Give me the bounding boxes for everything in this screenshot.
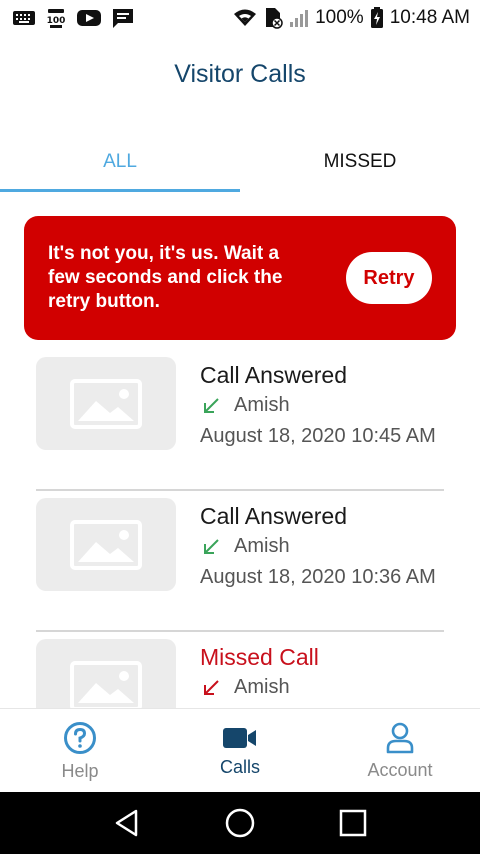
image-placeholder-icon [70,378,142,429]
error-message: It's not you, it's us. Wait a few second… [48,243,283,312]
caller-name: Amish [234,394,290,416]
bottom-navigation: Help Calls Account [0,708,480,792]
missed-arrow-icon [204,679,219,695]
back-triangle-icon [115,809,137,837]
keyboard-icon [12,9,36,27]
status-bar-left: 100 [12,7,135,29]
call-list[interactable]: Call Answered Amish August 18, 2020 10:4… [0,350,480,708]
message-icon [111,7,135,29]
clock: 10:48 AM [389,7,470,28]
signal-icon [289,8,309,28]
incoming-arrow-icon [204,397,219,413]
nav-help-label: Help [61,760,99,781]
recents-square-icon [340,809,367,837]
recents-button[interactable] [328,798,378,848]
call-caller: Amish [200,394,290,417]
call-title: Call Answered [200,503,348,529]
notification-100-icon: 100 [45,7,67,29]
status-bar: 100 100% 10:48 AM [0,0,480,36]
call-list-item[interactable]: Call Answered Amish August 18, 2020 10:4… [36,350,444,491]
call-caller: Amish [200,676,290,699]
nav-calls-label: Calls [219,756,260,777]
caller-name: Amish [234,535,290,557]
home-button[interactable] [215,798,265,848]
call-list-item[interactable]: Missed Call Amish [36,632,444,708]
nav-help[interactable]: Help [0,709,160,793]
help-icon [64,721,96,754]
video-camera-icon [223,727,256,748]
tab-all[interactable]: ALL [0,132,240,192]
nav-calls[interactable]: Calls [160,709,320,793]
battery-percent: 100% [315,7,364,28]
call-timestamp: August 18, 2020 10:36 AM [200,566,436,588]
call-list-item[interactable]: Call Answered Amish August 18, 2020 10:3… [36,491,444,632]
call-thumbnail [36,498,176,591]
call-title: Missed Call [200,644,319,670]
call-caller: Amish [200,535,290,558]
call-thumbnail [36,639,176,708]
nav-account[interactable]: Account [320,709,480,793]
wifi-icon [233,8,257,28]
home-circle-icon [225,808,255,838]
svg-text:100: 100 [47,16,66,26]
call-thumbnail [36,357,176,450]
incoming-arrow-icon [204,538,219,554]
error-banner: It's not you, it's us. Wait a few second… [24,216,456,340]
page-title: Visitor Calls [174,60,306,88]
tab-missed[interactable]: MISSED [240,132,480,192]
person-icon [386,722,414,753]
nav-account-label: Account [367,759,433,780]
system-navigation-bar [0,792,480,854]
image-placeholder-icon [70,519,142,570]
tab-bar: ALL MISSED [0,132,480,192]
image-placeholder-icon [70,660,142,708]
sim-off-icon [263,7,283,29]
call-timestamp: August 18, 2020 10:45 AM [200,425,436,447]
caller-name: Amish [234,676,290,698]
retry-button[interactable]: Retry [346,252,432,304]
battery-charging-icon [370,7,384,29]
back-button[interactable] [102,798,152,848]
status-bar-right: 100% 10:48 AM [233,7,470,29]
youtube-icon [76,8,102,28]
call-title: Call Answered [200,362,348,388]
